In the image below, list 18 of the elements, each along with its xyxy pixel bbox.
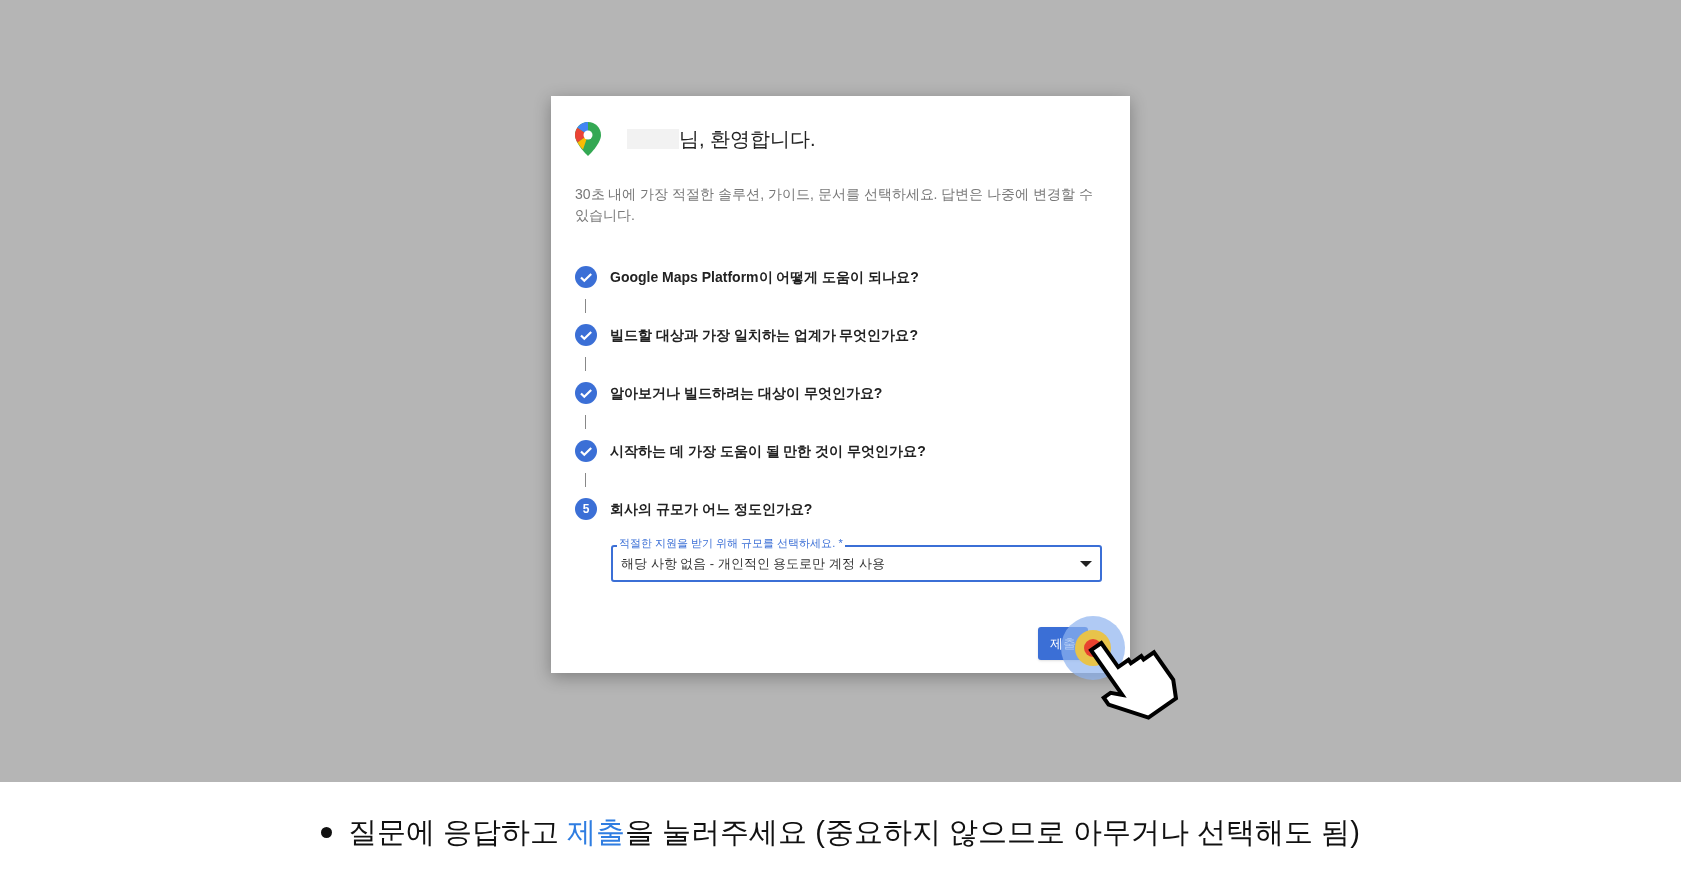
check-circle-icon [575,266,597,288]
step-question: 시작하는 데 가장 도움이 될 만한 것이 무엇인가요? [610,441,926,461]
select-label: 적절한 지원을 받기 위해 규모를 선택하세요. * [617,536,845,550]
dialog-title: 님, 환영합니다. [679,127,816,152]
step-question: Google Maps Platform이 어떻게 도움이 되나요? [610,267,919,287]
dropdown-caret-icon [1080,560,1092,567]
step-question: 회사의 규모가 어느 정도인가요? [610,499,813,519]
check-circle-icon [575,440,597,462]
bullet-icon [321,827,333,838]
select-value: 해당 사항 없음 - 개인적인 용도로만 계정 사용 [621,554,885,573]
intro-text: 30초 내에 가장 적절한 솔루션, 가이드, 문서를 선택하세요. 답변은 나중에 변경할 수 있습니다. [575,185,1095,225]
step-number: 5 [575,498,597,520]
step-question: 빌드할 대상과 가장 일치하는 업계가 무엇인가요? [610,325,918,345]
check-circle-icon [575,324,597,346]
map-pin-icon [575,122,601,156]
step-question: 알아보거나 빌드하려는 대상이 무엇인가요? [610,383,883,403]
caption-text: 질문에 응답하고 제출을 눌러주세요 (중요하지 않으므로 아무거나 선택해도 됨) [348,814,1360,850]
check-circle-icon [575,382,597,404]
